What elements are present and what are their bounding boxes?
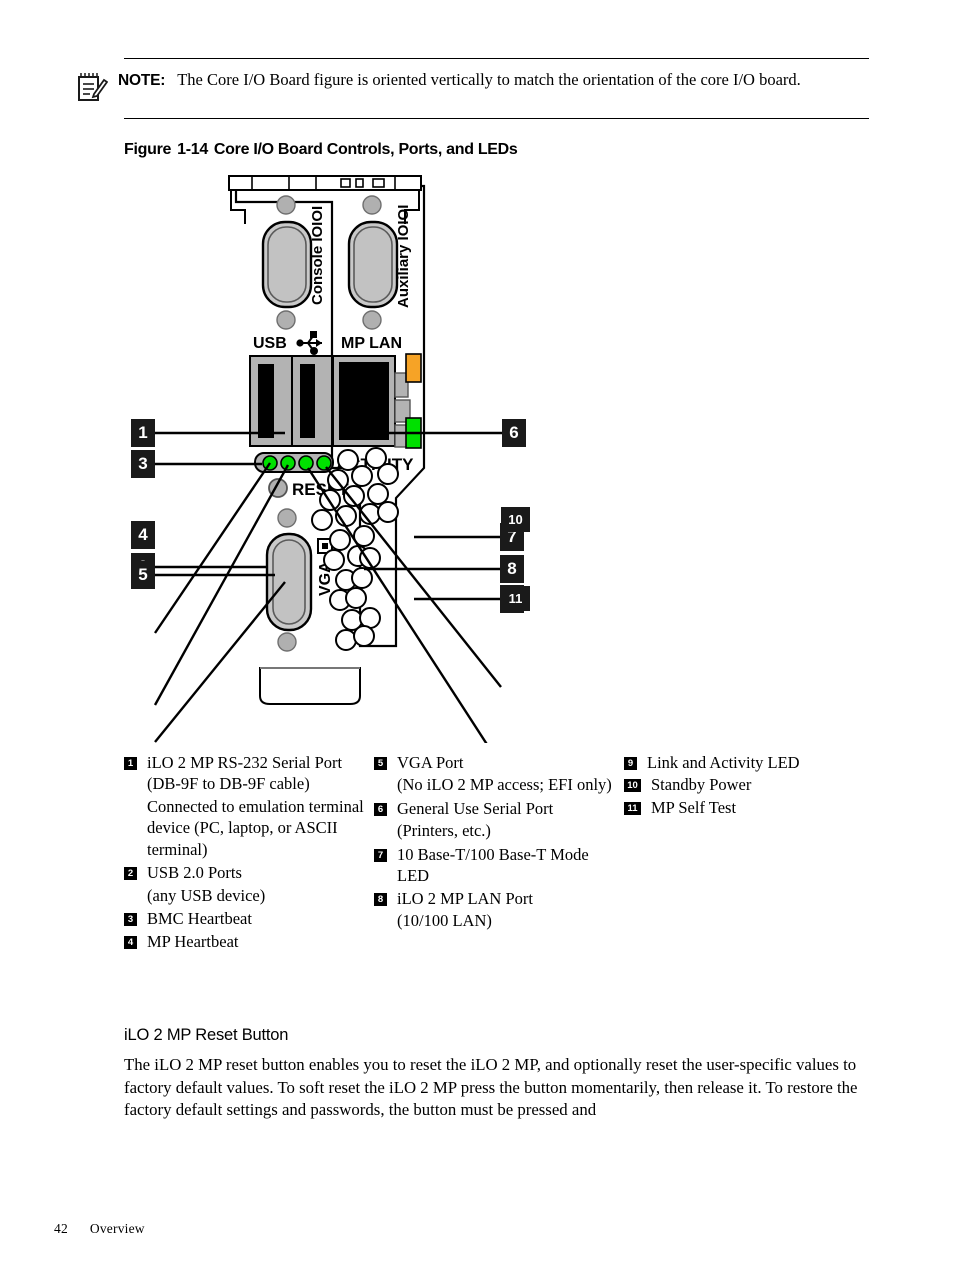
section-paragraph: The iLO 2 MP reset button enables you to… [124, 1055, 858, 1119]
footer-page-number: 42 [54, 1221, 68, 1236]
note-body-text: The Core I/O Board figure is oriented ve… [177, 70, 801, 89]
legend-column-3: 9 Link and Activity LED 10 Standby Power… [624, 752, 874, 819]
mp-lan-label: MP LAN [341, 335, 402, 352]
legend-text-9: Link and Activity LED [647, 753, 800, 772]
legend-subtext-6: (Printers, etc.) [397, 821, 491, 841]
callout-8: 8 [500, 555, 524, 583]
page-footer: 42 Overview [54, 1221, 145, 1237]
legend-badge-9: 9 [624, 757, 637, 770]
legend-text-2: USB 2.0 Ports [147, 863, 242, 883]
note-label: NOTE: [118, 72, 166, 89]
core-io-board-figure: Console IOIOI Auxiliary IOIOI USB MP LAN… [0, 168, 954, 743]
legend-column-1: 1 iLO 2 MP RS-232 Serial Port (DB-9F to … [124, 752, 374, 953]
usb-icon [296, 331, 322, 355]
legend-badge-7: 7 [374, 848, 387, 862]
mp-heartbeat-led [280, 455, 296, 471]
legend-item-2: 2 USB 2.0 Ports [124, 862, 374, 883]
legend-item-7: 7 10 Base-T/100 Base-T Mode LED [374, 844, 624, 887]
note-bottom-rule [124, 118, 869, 119]
legend-item-4: 4 MP Heartbeat [124, 931, 374, 952]
legend-subtext-1: Connected to emulation terminal device (… [147, 796, 364, 859]
mp-self-test-led [298, 455, 314, 471]
usb-label: USB [253, 335, 287, 352]
legend-badge-2: 2 [124, 867, 137, 881]
note-text-block: NOTE: The Core I/O Board figure is orient… [118, 68, 869, 92]
figure-caption-title: Core I/O Board Controls, Ports, and LEDs [213, 141, 518, 158]
callout-4: 4 [131, 521, 155, 549]
legend-text-4: MP Heartbeat [147, 931, 239, 951]
legend-text-3: BMC Heartbeat [147, 909, 252, 929]
legend-text-5: VGA Port [397, 753, 464, 772]
legend-badge-6: 6 [374, 802, 387, 816]
legend-badge-8: 8 [374, 892, 387, 906]
mode-led-orange [405, 353, 422, 383]
callout-6: 6 [502, 419, 526, 447]
legend-item-10: 10 Standby Power [624, 774, 874, 795]
legend-text-7: 10 Base-T/100 Base-T Mode LED [397, 844, 589, 886]
console-serial-port: Console IOIOI [261, 195, 326, 330]
callout-11: 11 [501, 586, 530, 611]
figure-legend: 1 iLO 2 MP RS-232 Serial Port (DB-9F to … [124, 752, 884, 953]
legend-text-6: General Use Serial Port [397, 798, 554, 818]
legend-text-8: iLO 2 MP LAN Port [397, 888, 533, 908]
section-heading: iLO 2 MP Reset Button [124, 1026, 289, 1044]
footer-chapter: Overview [89, 1221, 145, 1236]
legend-badge-1: 1 [124, 757, 137, 770]
auxiliary-port-label: Auxiliary IOIOI [395, 205, 412, 308]
callout-10: 10 [501, 507, 530, 532]
legend-item-11: 11 MP Self Test [624, 797, 874, 818]
console-port-label: Console IOIOI [309, 206, 326, 305]
legend-item-6: 6 General Use Serial Port [374, 798, 624, 819]
legend-subtext-2: (any USB device) [147, 885, 266, 905]
legend-badge-3: 3 [124, 913, 137, 927]
legend-item-3: 3 BMC Heartbeat [124, 908, 374, 929]
figure-caption-number: 1-14 [177, 141, 208, 158]
legend-item-8: 8 iLO 2 MP LAN Port [374, 888, 624, 909]
legend-item-5: 5 VGA Port [374, 752, 624, 773]
legend-subtext-8: (10/100 LAN) [397, 911, 492, 931]
legend-item-1: 1 iLO 2 MP RS-232 Serial Port (DB-9F to … [124, 752, 374, 795]
legend-text-1: iLO 2 MP RS-232 Serial Port (DB-9F to DB… [147, 753, 343, 794]
note-callout: NOTE: The Core I/O Board figure is orient… [74, 58, 869, 119]
note-pencil-icon [74, 68, 118, 109]
figure-caption-word: Figure [124, 141, 172, 158]
callout-3: 3 [131, 450, 155, 478]
usb-label-group: USB [253, 331, 322, 355]
legend-badge-4: 4 [124, 935, 137, 949]
standby-power-led [316, 455, 332, 471]
legend-column-2: 5 VGA Port (No iLO 2 MP access; EFI only… [374, 752, 624, 934]
legend-badge-11: 11 [624, 801, 641, 815]
legend-badge-5: 5 [374, 757, 387, 770]
figure-caption: Figure 1-14 Core I/O Board Controls, Ports… [124, 141, 518, 159]
legend-item-9: 9 Link and Activity LED [624, 752, 874, 773]
legend-badge-10: 10 [624, 779, 641, 793]
legend-text-11: MP Self Test [651, 797, 737, 817]
callout-1: 1 [131, 419, 155, 447]
callout-5: 5 [131, 561, 155, 589]
legend-text-10: Standby Power [651, 775, 752, 795]
legend-subtext-5: (No iLO 2 MP access; EFI only) [397, 775, 612, 795]
